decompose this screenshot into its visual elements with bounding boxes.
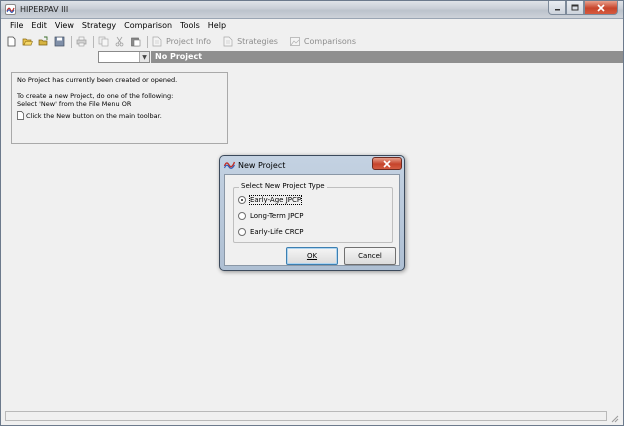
radio-label: Early-Age JPCP (248, 195, 303, 205)
open-project-icon[interactable] (38, 36, 49, 47)
project-dropdown[interactable]: ▼ (98, 51, 150, 63)
close-button[interactable] (584, 1, 618, 15)
document-icon (152, 36, 162, 47)
strategies-label: Strategies (237, 37, 278, 46)
project-title: No Project (151, 51, 623, 63)
info-toolbar-hint: Click the New button on the main toolbar… (26, 111, 162, 120)
window-title: HIPERPAV III (20, 5, 69, 14)
strategies-button[interactable]: Strategies (223, 36, 278, 47)
project-bar: ▼ No Project (1, 49, 623, 63)
toolbar-separator (71, 35, 72, 48)
radio-label: Early-Life CRCP (250, 228, 304, 236)
menu-bar: File Edit View Strategy Comparison Tools… (1, 19, 623, 33)
info-instructions: To create a new Project, do one of the f… (17, 92, 174, 100)
chevron-down-icon[interactable]: ▼ (139, 52, 149, 62)
minimize-icon (554, 9, 560, 11)
new-file-icon (17, 111, 24, 120)
info-no-project: No Project has currently been created or… (17, 76, 178, 84)
open-folder-icon[interactable] (22, 36, 33, 47)
resize-grip-icon[interactable] (609, 413, 619, 423)
close-icon (383, 159, 391, 168)
close-icon (597, 3, 605, 12)
strategies-icon (223, 36, 233, 47)
project-type-group-label: Select New Project Type (239, 182, 327, 190)
copy-icon[interactable] (98, 36, 109, 47)
app-icon (5, 4, 16, 15)
radio-early-age-jpcp[interactable]: Early-Age JPCP (238, 195, 303, 205)
cancel-button[interactable]: Cancel (344, 247, 396, 265)
menu-strategy[interactable]: Strategy (79, 19, 121, 33)
radio-long-term-jpcp[interactable]: Long-Term JPCP (238, 212, 303, 220)
save-icon[interactable] (54, 36, 65, 47)
ok-label: OK (306, 252, 318, 260)
radio-button[interactable] (238, 212, 246, 220)
new-project-dialog: New Project Select New Project Type Earl… (219, 155, 405, 271)
project-info-label: Project Info (166, 37, 212, 46)
comparisons-button[interactable]: Comparisons (290, 36, 356, 47)
cancel-label: Cancel (358, 252, 382, 260)
menu-tools[interactable]: Tools (177, 19, 205, 33)
hiperpav-logo-icon (224, 161, 235, 169)
menu-help[interactable]: Help (205, 19, 231, 33)
cut-icon[interactable] (114, 36, 125, 47)
status-bar (5, 411, 607, 421)
radio-button[interactable] (238, 228, 246, 236)
info-file-menu: Select 'New' from the File Menu OR (17, 100, 132, 108)
new-file-icon[interactable] (6, 36, 17, 47)
toolbar-separator (147, 35, 148, 48)
menu-view[interactable]: View (52, 19, 79, 33)
info-panel: No Project has currently been created or… (11, 72, 228, 144)
radio-button-checked[interactable] (238, 196, 246, 204)
main-toolbar: Project Info Strategies Comparisons (1, 34, 623, 49)
dialog-body: Select New Project Type Early-Age JPCP L… (224, 174, 400, 266)
radio-label: Long-Term JPCP (250, 212, 304, 220)
dialog-title: New Project (238, 161, 286, 170)
radio-early-life-crcp[interactable]: Early-Life CRCP (238, 228, 303, 236)
title-bar[interactable]: HIPERPAV III (1, 1, 623, 19)
maximize-button[interactable] (566, 1, 584, 15)
print-icon[interactable] (76, 36, 87, 47)
project-info-button[interactable]: Project Info (152, 36, 211, 47)
maximize-icon (571, 4, 579, 11)
main-window: HIPERPAV III File Edit View Strategy Com… (0, 0, 624, 426)
comparisons-label: Comparisons (303, 37, 356, 46)
ok-button[interactable]: OK (286, 247, 338, 265)
toolbar-separator (93, 35, 94, 48)
image-icon (290, 37, 300, 46)
menu-edit[interactable]: Edit (28, 19, 52, 33)
menu-comparison[interactable]: Comparison (121, 19, 177, 33)
dialog-close-button[interactable] (372, 157, 402, 170)
paste-icon[interactable] (130, 36, 141, 47)
menu-file[interactable]: File (7, 19, 28, 33)
minimize-button[interactable] (548, 1, 566, 15)
